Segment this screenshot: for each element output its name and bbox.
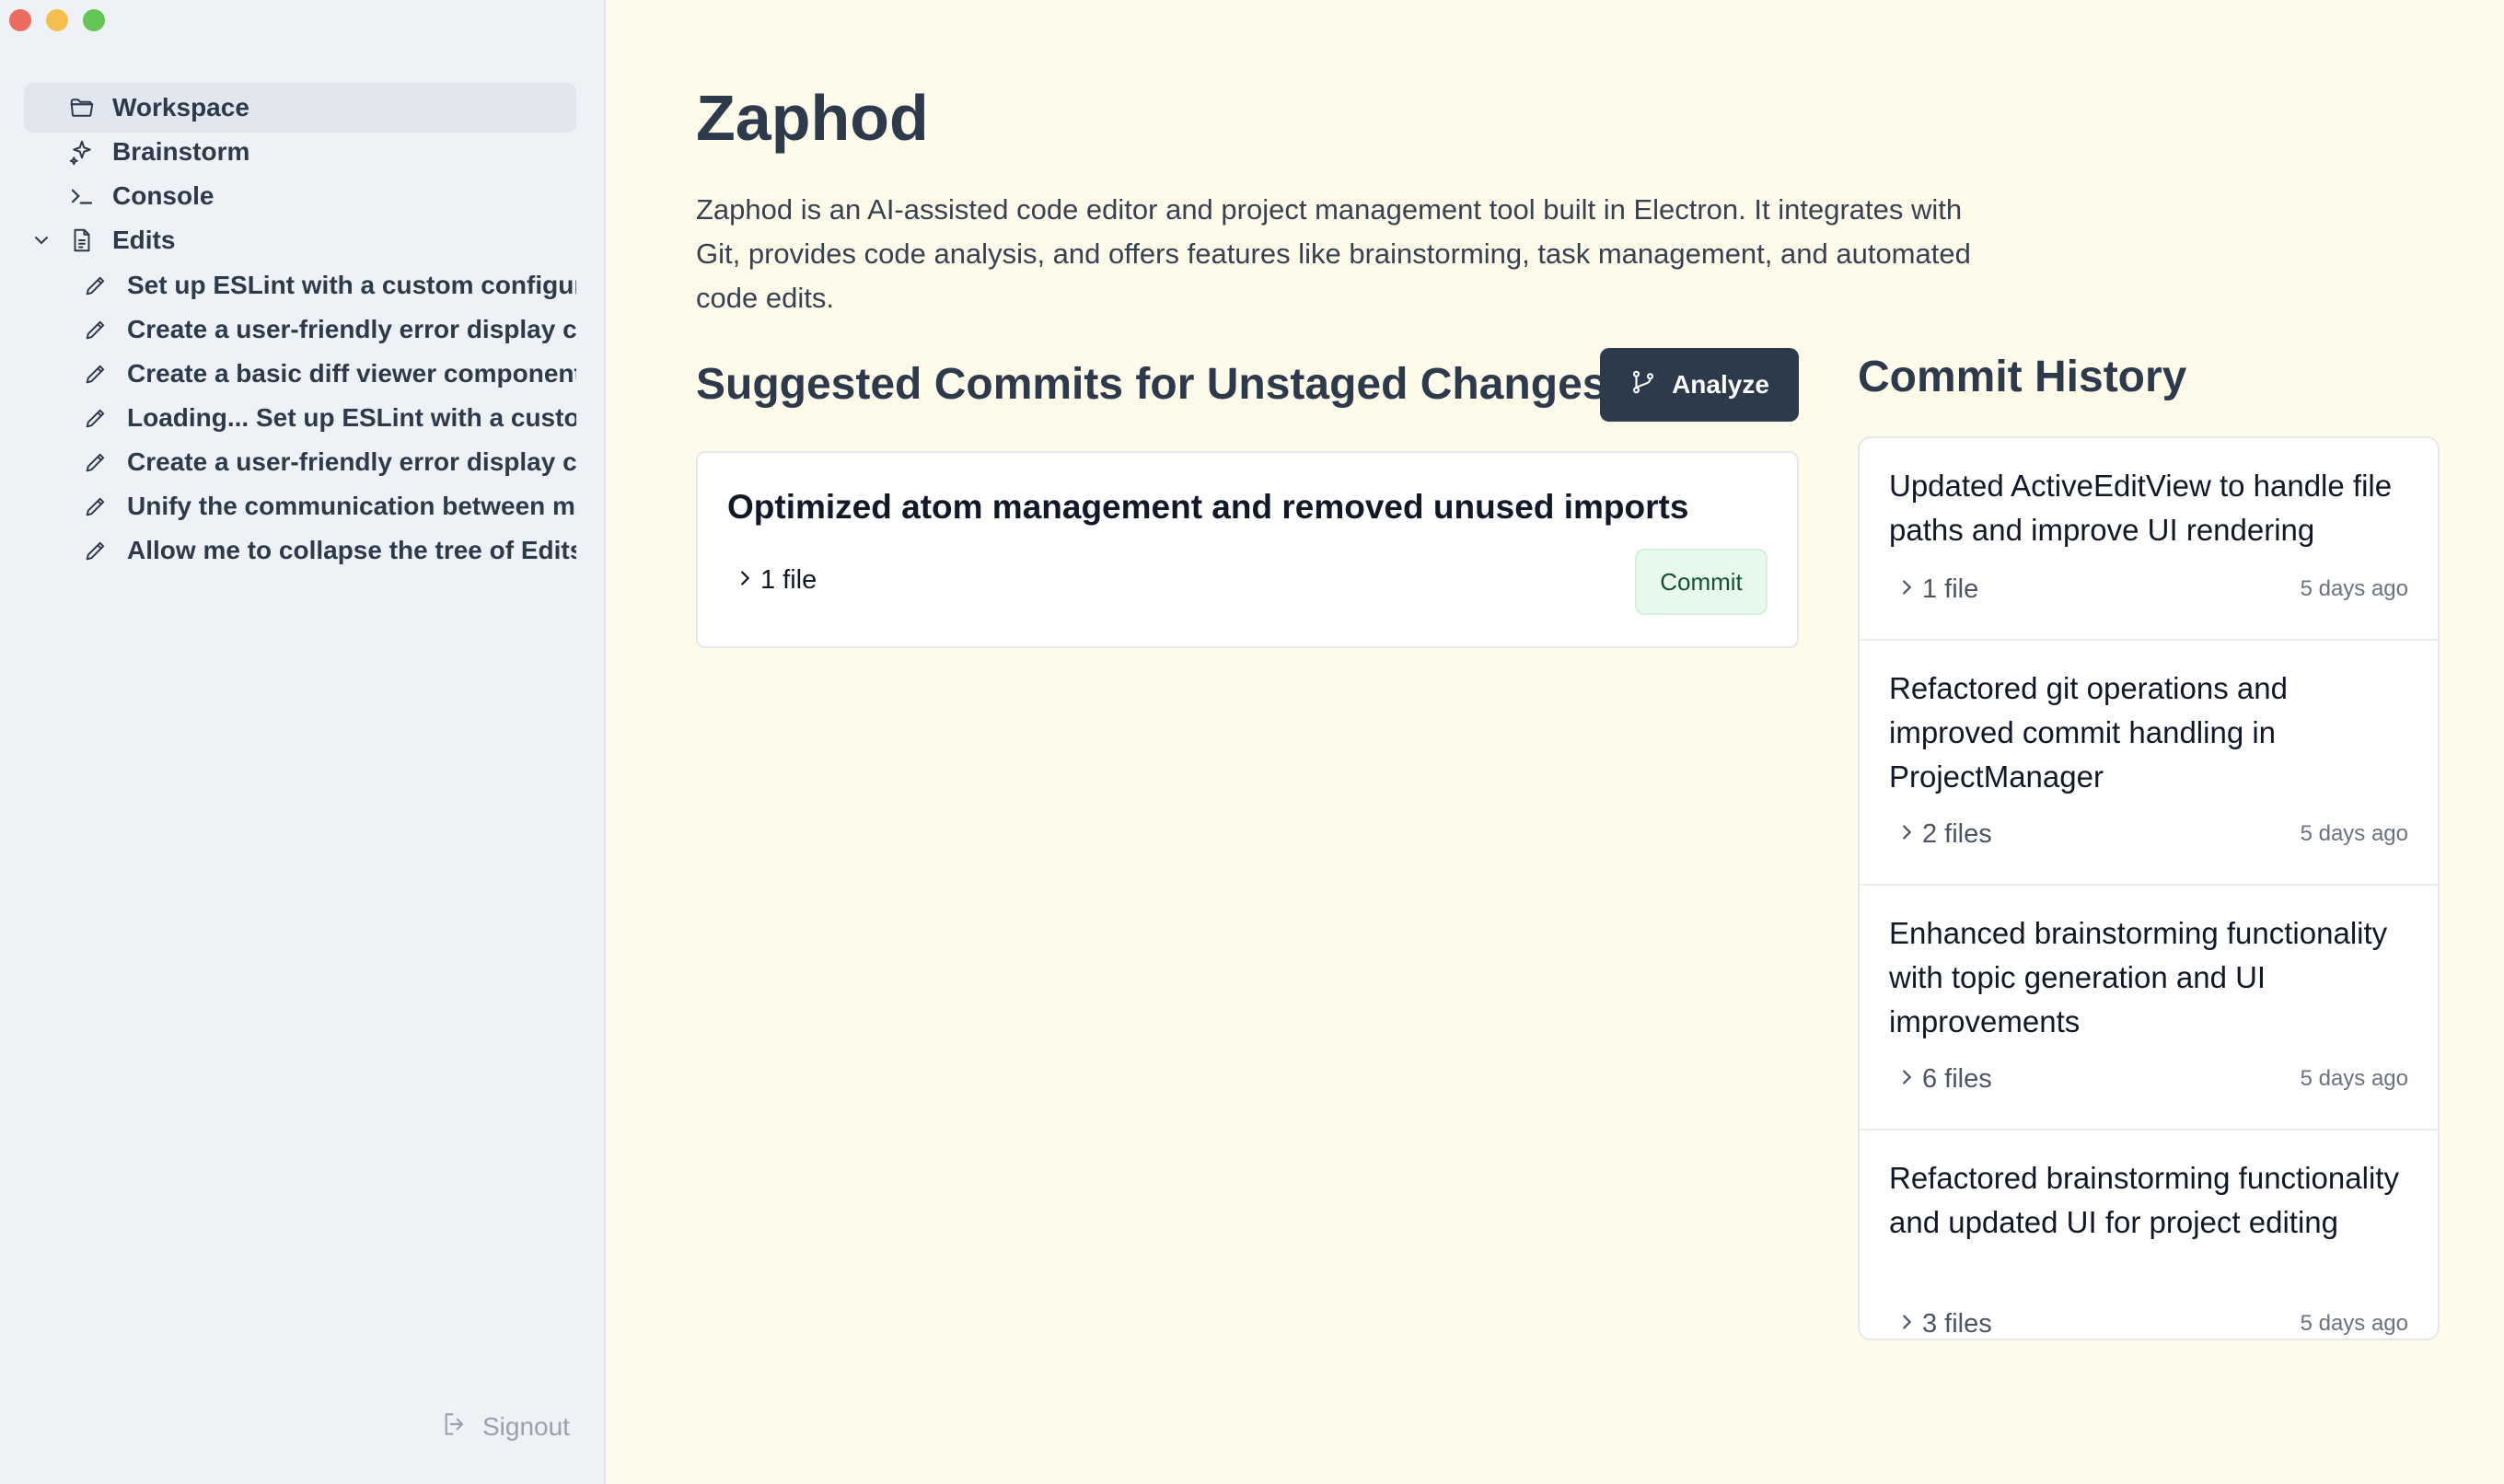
edit-item[interactable]: Create a user-friendly error display com… bbox=[81, 442, 576, 482]
commit-history-heading: Commit History bbox=[1858, 353, 2187, 401]
sidebar-item-edits[interactable]: Edits bbox=[24, 215, 576, 265]
pencil-icon bbox=[81, 271, 110, 300]
history-timestamp: 5 days ago bbox=[2300, 1311, 2408, 1336]
terminal-icon bbox=[66, 180, 98, 212]
edit-item-label: Create a user-friendly error display com… bbox=[127, 447, 576, 476]
edit-item-label: Create a basic diff viewer component bbox=[127, 359, 576, 388]
pencil-icon bbox=[81, 447, 110, 477]
edit-item-label: Create a user-friendly error display com… bbox=[127, 315, 576, 343]
pencil-icon bbox=[81, 492, 110, 521]
history-files-count: 3 files bbox=[1922, 1309, 1992, 1339]
commit-history-list[interactable]: Updated ActiveEditView to handle file pa… bbox=[1858, 436, 2440, 1340]
chevron-right-icon bbox=[1896, 1064, 1917, 1095]
edit-item[interactable]: Create a user-friendly error display com… bbox=[81, 309, 576, 350]
sidebar-item-label: Workspace bbox=[112, 93, 249, 122]
history-files-toggle[interactable]: 1 file bbox=[1896, 574, 1978, 605]
history-item-title: Enhanced brainstorming functionality wit… bbox=[1889, 916, 2388, 1038]
close-window-button[interactable] bbox=[9, 9, 31, 31]
commit-button[interactable]: Commit bbox=[1635, 549, 1768, 615]
sidebar-item-label: Console bbox=[112, 181, 214, 210]
maximize-window-button[interactable] bbox=[83, 9, 105, 31]
edit-item-label: Loading... Set up ESLint with a custom c… bbox=[127, 403, 576, 432]
edit-item[interactable]: Unify the communication between main and… bbox=[81, 486, 576, 527]
history-files-count: 2 files bbox=[1922, 819, 1992, 849]
commit-files-count: 1 file bbox=[760, 565, 817, 595]
edit-item[interactable]: Allow me to collapse the tree of Edits bbox=[81, 530, 576, 571]
chevron-right-icon bbox=[1896, 1309, 1917, 1339]
git-branch-icon bbox=[1629, 368, 1657, 402]
history-files-toggle[interactable]: 6 files bbox=[1896, 1064, 1992, 1095]
history-item[interactable]: Enhanced brainstorming functionality wit… bbox=[1860, 886, 2438, 1130]
history-files-count: 1 file bbox=[1922, 574, 1979, 604]
edit-item[interactable]: Set up ESLint with a custom configuratio… bbox=[81, 265, 576, 306]
signout-button[interactable]: Signout bbox=[440, 1407, 570, 1447]
edit-item[interactable]: Loading... Set up ESLint with a custom c… bbox=[81, 398, 576, 438]
edit-item-label: Unify the communication between main and… bbox=[127, 492, 576, 520]
document-icon bbox=[66, 225, 98, 256]
sidebar-item-console[interactable]: Console bbox=[24, 171, 576, 221]
commit-files-toggle[interactable]: 1 file bbox=[735, 565, 817, 596]
minimize-window-button[interactable] bbox=[46, 9, 68, 31]
chevron-right-icon bbox=[1896, 574, 1917, 605]
sidebar: Workspace Brainstorm Console Edits Set u… bbox=[0, 0, 606, 1484]
signout-label: Signout bbox=[482, 1412, 570, 1441]
suggested-commits-heading: Suggested Commits for Unstaged Changes bbox=[696, 360, 1607, 409]
history-item[interactable]: Updated ActiveEditView to handle file pa… bbox=[1860, 438, 2438, 641]
folder-icon bbox=[66, 92, 98, 123]
pencil-icon bbox=[81, 315, 110, 344]
sparkle-icon bbox=[66, 136, 98, 168]
analyze-button[interactable]: Analyze bbox=[1600, 348, 1799, 422]
history-timestamp: 5 days ago bbox=[2300, 821, 2408, 846]
history-files-toggle[interactable]: 3 files bbox=[1896, 1309, 1992, 1339]
history-item-title: Refactored git operations and improved c… bbox=[1889, 671, 2288, 794]
sidebar-item-brainstorm[interactable]: Brainstorm bbox=[24, 127, 576, 177]
signout-icon bbox=[440, 1409, 470, 1445]
suggested-commit-title: Optimized atom management and removed un… bbox=[727, 488, 1689, 526]
history-item[interactable]: Refactored git operations and improved c… bbox=[1860, 641, 2438, 886]
history-item-title: Updated ActiveEditView to handle file pa… bbox=[1889, 469, 2393, 547]
history-files-count: 6 files bbox=[1922, 1064, 1992, 1094]
analyze-label: Analyze bbox=[1672, 370, 1769, 399]
chevron-right-icon bbox=[735, 565, 755, 596]
edit-item-label: Allow me to collapse the tree of Edits bbox=[127, 536, 576, 564]
project-description: Zaphod is an AI-assisted code editor and… bbox=[696, 193, 1971, 314]
pencil-icon bbox=[81, 403, 110, 433]
pencil-icon bbox=[81, 359, 110, 388]
history-files-toggle[interactable]: 2 files bbox=[1896, 819, 1992, 850]
edit-item-label: Set up ESLint with a custom configuratio… bbox=[127, 271, 576, 299]
suggested-commit-card: Optimized atom management and removed un… bbox=[696, 451, 1799, 648]
history-item-title: Refactored brainstorming functionality a… bbox=[1889, 1161, 2399, 1239]
page-title: Zaphod bbox=[696, 82, 929, 154]
pencil-icon bbox=[81, 536, 110, 565]
history-item[interactable]: Refactored brainstorming functionality a… bbox=[1860, 1130, 2438, 1339]
edit-item[interactable]: Create a basic diff viewer component bbox=[81, 354, 576, 394]
sidebar-item-label: Edits bbox=[112, 226, 176, 254]
chevron-down-icon[interactable] bbox=[28, 226, 55, 254]
sidebar-item-label: Brainstorm bbox=[112, 137, 250, 166]
history-timestamp: 5 days ago bbox=[2300, 1066, 2408, 1091]
sidebar-item-workspace[interactable]: Workspace bbox=[24, 83, 576, 133]
history-timestamp: 5 days ago bbox=[2300, 576, 2408, 601]
chevron-right-icon bbox=[1896, 819, 1917, 850]
